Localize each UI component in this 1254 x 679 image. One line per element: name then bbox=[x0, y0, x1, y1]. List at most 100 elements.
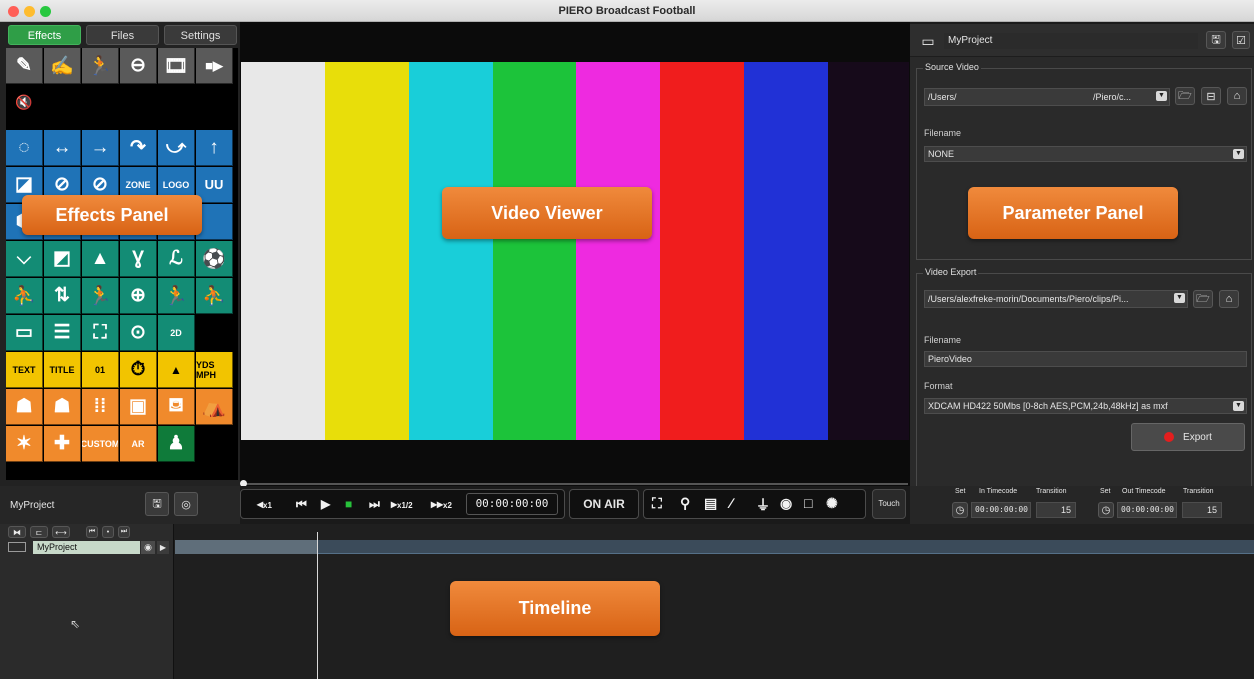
stadium-icon[interactable]: ⛾ bbox=[158, 389, 195, 425]
body-outline-icon[interactable]: ☗ bbox=[44, 389, 81, 425]
body-icon[interactable]: ☗ bbox=[6, 389, 43, 425]
play-icon[interactable]: ▶ bbox=[321, 497, 330, 511]
burst-icon[interactable]: ✶ bbox=[6, 426, 43, 462]
text-icon[interactable]: TEXT bbox=[6, 352, 43, 388]
playhead[interactable] bbox=[317, 532, 318, 679]
pen-icon[interactable]: ✍ bbox=[44, 48, 81, 84]
eye-shape-icon[interactable]: ⊖ bbox=[120, 48, 157, 84]
player-highlight-icon[interactable]: ⊕ bbox=[120, 278, 157, 314]
open-folder-icon[interactable]: 🗁 bbox=[1175, 87, 1195, 105]
visibility-icon[interactable]: ◉ bbox=[141, 541, 155, 554]
player-icon[interactable]: 🏃 bbox=[82, 48, 119, 84]
export-button[interactable]: Export bbox=[1131, 423, 1245, 451]
scrub-bar[interactable] bbox=[242, 483, 908, 485]
arrow-right-icon[interactable]: → bbox=[82, 130, 119, 166]
tab-effects[interactable]: Effects bbox=[8, 25, 81, 45]
expand-track-icon[interactable]: ▶ bbox=[157, 541, 169, 554]
range-icon[interactable]: ⟷ bbox=[52, 526, 70, 538]
source-path-field[interactable]: /Users/ /Piero/c... ▼ bbox=[924, 88, 1170, 106]
rewind-icon[interactable]: ◂x1 bbox=[257, 497, 272, 511]
home-icon[interactable]: ⌂ bbox=[1219, 290, 1239, 308]
pin-icon[interactable]: ⏚ bbox=[756, 495, 770, 515]
home-icon[interactable]: ⌂ bbox=[1227, 87, 1247, 105]
out-timecode-field[interactable]: 00:00:00:00 bbox=[1117, 502, 1177, 518]
score-icon[interactable]: 01 bbox=[82, 352, 119, 388]
track-name[interactable]: MyProject bbox=[33, 541, 140, 554]
export-path-select[interactable]: /Users/alexfreke-morin/Documents/Piero/c… bbox=[924, 290, 1188, 308]
draw-icon[interactable]: ✎ bbox=[6, 48, 43, 84]
slow-motion-icon[interactable]: ▸x1/2 bbox=[391, 497, 413, 511]
formation-icon[interactable]: ⁞⁞ bbox=[82, 389, 119, 425]
pitch-icon[interactable]: ♟ bbox=[158, 426, 195, 462]
format-select[interactable]: XDCAM HD422 50Mbs [0-8ch AES,PCM,24b,48k… bbox=[924, 398, 1247, 414]
out-transition-field[interactable]: 15 bbox=[1182, 502, 1222, 518]
clock-icon[interactable]: ◷ bbox=[1098, 502, 1114, 518]
goal-icon[interactable]: ⛺ bbox=[196, 389, 233, 425]
player-sprint-icon[interactable]: 🏃 bbox=[158, 278, 195, 314]
on-air-button[interactable]: ON AIR bbox=[569, 489, 639, 519]
film-icon[interactable]: 🎞 bbox=[158, 48, 195, 84]
player-swap-icon[interactable]: ⇅ bbox=[44, 278, 81, 314]
title-icon[interactable]: TITLE bbox=[44, 352, 81, 388]
in-transition-field[interactable]: 15 bbox=[1036, 502, 1076, 518]
source-filename-select[interactable]: NONE ▼ bbox=[924, 146, 1247, 162]
board-icon[interactable]: ▣ bbox=[120, 389, 157, 425]
stop-icon[interactable]: ■ bbox=[345, 497, 352, 511]
brush-icon[interactable]: ∕ bbox=[730, 495, 732, 511]
crosshair-icon[interactable]: ✚ bbox=[44, 426, 81, 462]
checkbox-icon[interactable]: ☑ bbox=[1232, 31, 1250, 49]
tab-files[interactable]: Files bbox=[86, 25, 159, 45]
curved-arrow-icon[interactable]: ↷ bbox=[120, 130, 157, 166]
search-icon[interactable]: ⚲ bbox=[680, 495, 690, 512]
2d-path-icon[interactable]: 2D bbox=[158, 315, 195, 351]
timeline-ruler[interactable] bbox=[175, 540, 1254, 554]
player-icon[interactable]: 🏃 bbox=[82, 278, 119, 314]
ball-track-icon[interactable]: ⚽ bbox=[196, 241, 233, 277]
distance-arrow-icon[interactable]: ↔ bbox=[44, 130, 81, 166]
dotted-arrow-icon[interactable]: ⤻ bbox=[158, 130, 195, 166]
player-kick-icon[interactable]: ⛹ bbox=[196, 278, 233, 314]
ar-icon[interactable]: AR bbox=[120, 426, 157, 462]
in-timecode-field[interactable]: 00:00:00:00 bbox=[971, 502, 1031, 518]
angle-icon[interactable]: ℒ bbox=[158, 241, 195, 277]
measure-icon[interactable]: ▲ bbox=[158, 352, 195, 388]
aperture-icon[interactable]: ✺ bbox=[826, 495, 838, 512]
line-point-icon[interactable]: ⌵ bbox=[6, 241, 43, 277]
zoom-icon[interactable]: ⊙ bbox=[120, 315, 157, 351]
step-forward-icon[interactable]: ⏭ bbox=[369, 497, 380, 512]
play-clip-icon[interactable]: ■▶ bbox=[196, 48, 233, 84]
callout-icon[interactable]: ◩ bbox=[44, 241, 81, 277]
eye-icon[interactable]: ◉ bbox=[780, 495, 792, 512]
go-start-icon[interactable]: ⏮ bbox=[86, 526, 98, 538]
spotlight-icon[interactable]: ▲ bbox=[82, 241, 119, 277]
frame-icon[interactable]: ⛶ bbox=[82, 315, 119, 351]
go-end-icon[interactable]: ⏭ bbox=[118, 526, 130, 538]
custom-icon[interactable]: CUSTOM bbox=[82, 426, 119, 462]
open-folder-icon[interactable]: 🗁 bbox=[1193, 290, 1213, 308]
clock-icon[interactable]: ◷ bbox=[952, 502, 968, 518]
square-icon[interactable]: □ bbox=[804, 495, 812, 511]
drive-icon[interactable]: ⊟ bbox=[1201, 87, 1221, 105]
overlay-icon[interactable]: ▭ bbox=[6, 315, 43, 351]
snap-icon[interactable]: ⊏ bbox=[30, 526, 48, 538]
touch-button[interactable]: Touch bbox=[872, 489, 906, 519]
fast-forward-icon[interactable]: ▸▸x2 bbox=[431, 497, 452, 511]
video-viewer[interactable] bbox=[241, 62, 909, 440]
fit-screen-icon[interactable]: ⛶ bbox=[652, 495, 662, 512]
clipboard-icon[interactable]: ▤ bbox=[704, 495, 717, 512]
circle-dotted-icon[interactable]: ◌ bbox=[6, 130, 43, 166]
mute-icon[interactable]: 🔇 bbox=[6, 85, 43, 121]
goalposts-icon[interactable]: UU bbox=[196, 167, 233, 203]
save-icon[interactable]: 🖫 bbox=[145, 492, 169, 516]
marker-icon[interactable]: • bbox=[102, 526, 114, 538]
arrow-up-icon[interactable]: ↑ bbox=[196, 130, 233, 166]
camera-icon[interactable]: ◎ bbox=[174, 492, 198, 516]
project-name-field[interactable]: MyProject bbox=[944, 33, 1198, 49]
stopwatch-icon[interactable]: ⏱ bbox=[120, 352, 157, 388]
link-players-icon[interactable]: Ɣ bbox=[120, 241, 157, 277]
step-back-icon[interactable]: ⏮ bbox=[296, 497, 307, 512]
player-run-icon[interactable]: ⛹ bbox=[6, 278, 43, 314]
speed-icon[interactable]: YDS MPH bbox=[196, 352, 233, 388]
save-icon[interactable]: 🖫 bbox=[1206, 31, 1226, 49]
sliders-icon[interactable]: ☰ bbox=[44, 315, 81, 351]
